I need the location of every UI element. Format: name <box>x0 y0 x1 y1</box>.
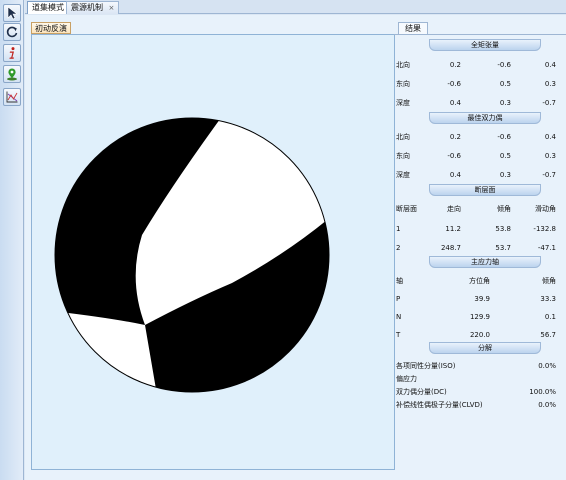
results-tab-label: 结果 <box>405 24 421 33</box>
table-row: 东向 -0.6 0.5 0.3 <box>396 152 556 160</box>
close-icon[interactable]: × <box>109 2 115 14</box>
left-toolbar <box>0 0 24 480</box>
plot-tab-label: 初动反演 <box>35 24 67 33</box>
pointer-icon <box>7 6 18 20</box>
main-content: 初动反演 结果 全矩张量 北向 0.2 -0.6 0.4 东向 -0.6 0.5… <box>25 15 566 480</box>
plot-panel <box>31 34 395 470</box>
table-header-row: 轴 方位角 倾角 <box>396 277 556 285</box>
info-tool-button[interactable] <box>3 44 21 62</box>
location-tool-button[interactable] <box>3 65 21 83</box>
first-motion-inversion-tab[interactable]: 初动反演 <box>31 22 71 34</box>
table-row: 北向 0.2 -0.6 0.4 <box>396 133 556 141</box>
tab-gather-mode[interactable]: 道集模式 <box>27 1 69 14</box>
table-row: 北向 0.2 -0.6 0.4 <box>396 61 556 69</box>
table-row: 偏应力 <box>396 375 417 383</box>
document-tab-bar: 道集模式 震源机制 × <box>25 0 566 14</box>
results-panel: 全矩张量 北向 0.2 -0.6 0.4 东向 -0.6 0.5 0.3 深度 … <box>394 34 566 480</box>
section-header-fault-planes: 断层面 <box>429 184 541 196</box>
table-row: 2 248.7 53.7 -47.1 <box>396 244 556 252</box>
section-header-decomposition: 分解 <box>429 342 541 354</box>
table-row: 深度 0.4 0.3 -0.7 <box>396 99 556 107</box>
table-row: T 220.0 56.7 <box>396 331 556 339</box>
table-row: 东向 -0.6 0.5 0.3 <box>396 80 556 88</box>
table-row: 各项同性分量(ISO) 0.0% <box>396 362 556 370</box>
beachball-diagram <box>54 117 330 393</box>
info-icon <box>9 47 15 59</box>
chart-icon <box>6 91 18 103</box>
table-row: 1 11.2 53.8 -132.8 <box>396 225 556 233</box>
table-row: 深度 0.4 0.3 -0.7 <box>396 171 556 179</box>
section-header-double-couple: 最佳双力偶 <box>429 112 541 124</box>
tab-label: 道集模式 <box>32 3 64 12</box>
table-header-row: 断层面 走向 倾角 滑动角 <box>396 205 556 213</box>
section-header-principal-axes: 主应力轴 <box>429 256 541 268</box>
table-row: 补偿线性偶极子分量(CLVD) 0.0% <box>396 401 556 409</box>
tab-focal-mechanism[interactable]: 震源机制 × <box>66 1 120 14</box>
rotate-icon <box>6 26 18 38</box>
location-pin-icon <box>7 68 17 81</box>
table-row: P 39.9 33.3 <box>396 295 556 303</box>
table-row: N 129.9 0.1 <box>396 313 556 321</box>
tab-label: 震源机制 <box>71 3 103 12</box>
pointer-tool-button[interactable] <box>3 4 21 22</box>
table-row: 双力偶分量(DC) 100.0% <box>396 388 556 396</box>
rotate-tool-button[interactable] <box>3 23 21 41</box>
section-header-moment-tensor: 全矩张量 <box>429 39 541 51</box>
chart-tool-button[interactable] <box>3 88 21 106</box>
